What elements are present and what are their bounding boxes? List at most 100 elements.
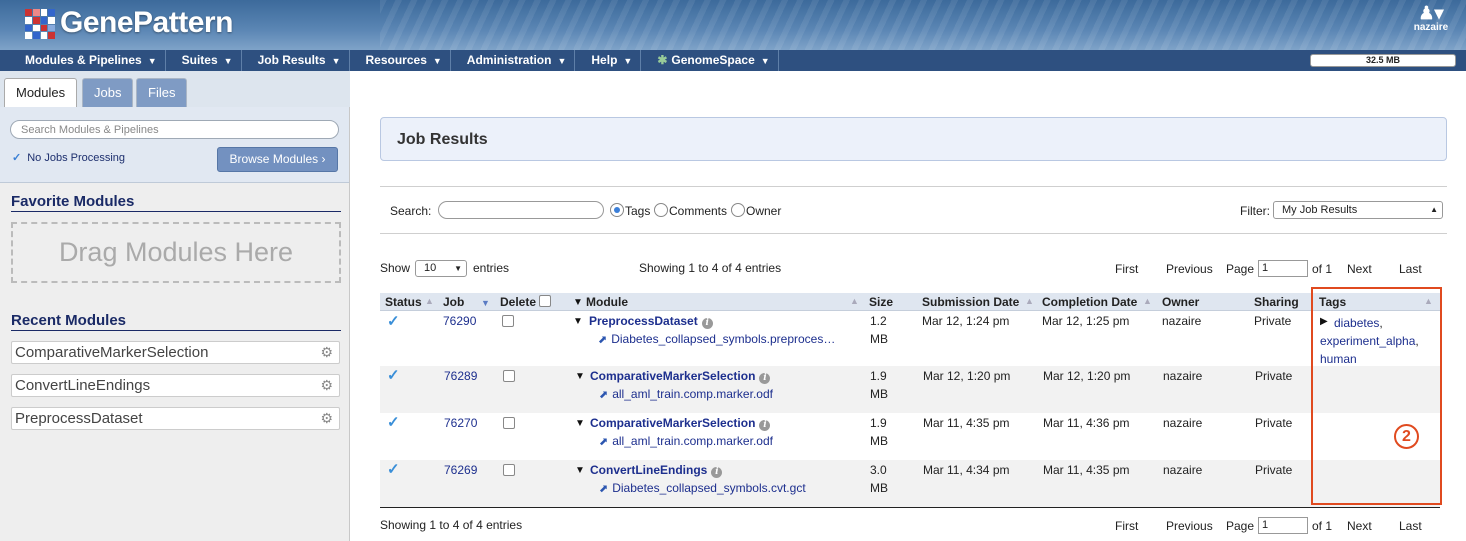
delete-checkbox[interactable] [503, 417, 515, 429]
job-id-link[interactable]: 76269 [444, 463, 477, 477]
pager-next[interactable]: Next [1347, 519, 1372, 533]
menu-genomespace[interactable]: ✱ GenomeSpace ▼ [657, 50, 779, 71]
col-status[interactable]: Status [385, 295, 422, 309]
recent-module-label: PreprocessDataset [15, 410, 143, 427]
radio-owner[interactable] [731, 203, 745, 217]
sharing[interactable]: Private [1255, 369, 1292, 383]
module-link[interactable]: ComparativeMarkerSelection i [590, 369, 771, 384]
chevron-down-icon: ▼ [557, 56, 567, 66]
output-file-link[interactable]: ⬈ Diabetes_collapsed_symbols.cvt.gct [599, 481, 806, 495]
output-file-link[interactable]: ⬈ all_aml_train.comp.marker.odf [599, 387, 773, 401]
expand-icon[interactable]: ▼ [575, 465, 585, 476]
expand-icon[interactable]: ▼ [575, 371, 585, 382]
sharing[interactable]: Private [1254, 314, 1291, 328]
output-file-link[interactable]: ⬈ Diabetes_collapsed_symbols.preproces… [598, 332, 835, 346]
page-number-input[interactable]: 1 [1258, 517, 1308, 534]
pager-last[interactable]: Last [1399, 262, 1422, 276]
sort-desc-icon: ▼ [481, 298, 490, 308]
pager-previous[interactable]: Previous [1166, 519, 1213, 533]
size-value: 3.0 [870, 463, 887, 477]
status-success-icon: ✓ [387, 414, 400, 431]
col-job[interactable]: Job [443, 295, 464, 309]
sharing[interactable]: Private [1255, 416, 1292, 430]
delete-checkbox[interactable] [502, 315, 514, 327]
delete-all-checkbox[interactable] [539, 295, 551, 307]
col-sharing[interactable]: Sharing [1254, 295, 1299, 309]
expand-icon[interactable]: ▼ [575, 418, 585, 429]
gear-icon[interactable]: ⚙ [320, 342, 333, 363]
pager-last[interactable]: Last [1399, 519, 1422, 533]
output-file-link[interactable]: ⬈ all_aml_train.comp.marker.odf [599, 434, 773, 448]
page-length-select[interactable]: 10 ▼ [415, 260, 467, 277]
module-link[interactable]: ConvertLineEndings i [590, 463, 723, 478]
header-pattern [380, 0, 1466, 50]
recent-module-label: ComparativeMarkerSelection [15, 344, 209, 361]
check-icon: ✓ [12, 152, 22, 164]
menu-label: Help [591, 53, 618, 67]
col-completion-date[interactable]: Completion Date [1042, 295, 1137, 309]
col-submission-date[interactable]: Submission Date [922, 295, 1019, 309]
size-unit: MB [870, 387, 888, 401]
expand-all-icon[interactable]: ▼ [573, 297, 583, 308]
chevron-down-icon: ▼ [760, 56, 770, 66]
radio-owner-label: Owner [746, 204, 782, 218]
tab-modules[interactable]: Modules [4, 78, 78, 107]
info-icon[interactable]: i [759, 420, 771, 431]
filter-select[interactable]: My Job Results ▲ [1273, 201, 1443, 219]
menu-modules-pipelines[interactable]: Modules & Pipelines ▼ [25, 50, 166, 71]
table-row: ✓ 76269 ▼ ConvertLineEndings i ⬈ Diabetes_… [380, 460, 1440, 507]
favorite-modules-title: Favorite Modules [11, 193, 341, 212]
favorites-drop-zone[interactable]: Drag Modules Here [11, 222, 341, 283]
expand-icon[interactable]: ▼ [573, 316, 583, 327]
app-logo-text[interactable]: GenePattern [60, 6, 233, 40]
pager-previous[interactable]: Previous [1166, 262, 1213, 276]
col-delete[interactable]: Delete [500, 295, 536, 309]
completion-date: Mar 11, 4:36 pm [1043, 416, 1130, 430]
job-id-link[interactable]: 76290 [443, 314, 476, 328]
delete-checkbox[interactable] [503, 464, 515, 476]
module-name: PreprocessDataset [589, 314, 698, 328]
browse-modules-button[interactable]: Browse Modules › [217, 147, 338, 172]
page-number-input[interactable]: 1 [1258, 260, 1308, 277]
info-icon[interactable]: i [701, 318, 713, 329]
sharing[interactable]: Private [1255, 463, 1292, 477]
menu-resources[interactable]: Resources ▼ [366, 50, 451, 71]
radio-tags[interactable] [610, 203, 624, 217]
tab-jobs[interactable]: Jobs [82, 78, 134, 107]
radio-comments[interactable] [654, 203, 668, 217]
pager-first[interactable]: First [1115, 262, 1138, 276]
recent-module-item[interactable]: ComparativeMarkerSelection ⚙ [11, 341, 340, 364]
recent-module-item[interactable]: ConvertLineEndings ⚙ [11, 374, 340, 397]
menu-administration[interactable]: Administration ▼ [467, 50, 576, 71]
user-menu[interactable]: ♟▾ nazaire [1406, 4, 1456, 33]
col-module[interactable]: Module [586, 295, 628, 309]
col-owner[interactable]: Owner [1162, 295, 1199, 309]
module-name: ConvertLineEndings [590, 463, 708, 477]
recent-modules-title: Recent Modules [11, 312, 341, 331]
delete-checkbox[interactable] [503, 370, 515, 382]
job-search-input[interactable] [438, 201, 604, 219]
recent-module-label: ConvertLineEndings [15, 377, 151, 394]
module-link[interactable]: ComparativeMarkerSelection i [590, 416, 771, 431]
gear-icon[interactable]: ⚙ [320, 408, 333, 429]
sort-icon: ▲ [1143, 296, 1152, 306]
menu-job-results[interactable]: Job Results ▼ [258, 50, 350, 71]
left-panel: Modules Jobs Files Search Modules & Pipe… [0, 71, 350, 541]
tab-files[interactable]: Files [136, 78, 188, 107]
app-header: GenePattern ♟▾ nazaire [0, 0, 1466, 50]
module-search-input[interactable]: Search Modules & Pipelines [10, 120, 339, 139]
col-size[interactable]: Size [869, 295, 893, 309]
info-icon[interactable]: i [711, 467, 723, 478]
recent-module-item[interactable]: PreprocessDataset ⚙ [11, 407, 340, 430]
pager-next[interactable]: Next [1347, 262, 1372, 276]
info-icon[interactable]: i [759, 373, 771, 384]
pager-page-label: Page [1226, 519, 1255, 533]
pager-first[interactable]: First [1115, 519, 1138, 533]
showing-info-bottom: Showing 1 to 4 of 4 entries [380, 518, 523, 532]
job-id-link[interactable]: 76289 [444, 369, 477, 383]
gear-icon[interactable]: ⚙ [320, 375, 333, 396]
job-id-link[interactable]: 76270 [444, 416, 477, 430]
module-link[interactable]: PreprocessDataset i [589, 314, 713, 329]
menu-help[interactable]: Help ▼ [591, 50, 642, 71]
menu-suites[interactable]: Suites ▼ [182, 50, 242, 71]
